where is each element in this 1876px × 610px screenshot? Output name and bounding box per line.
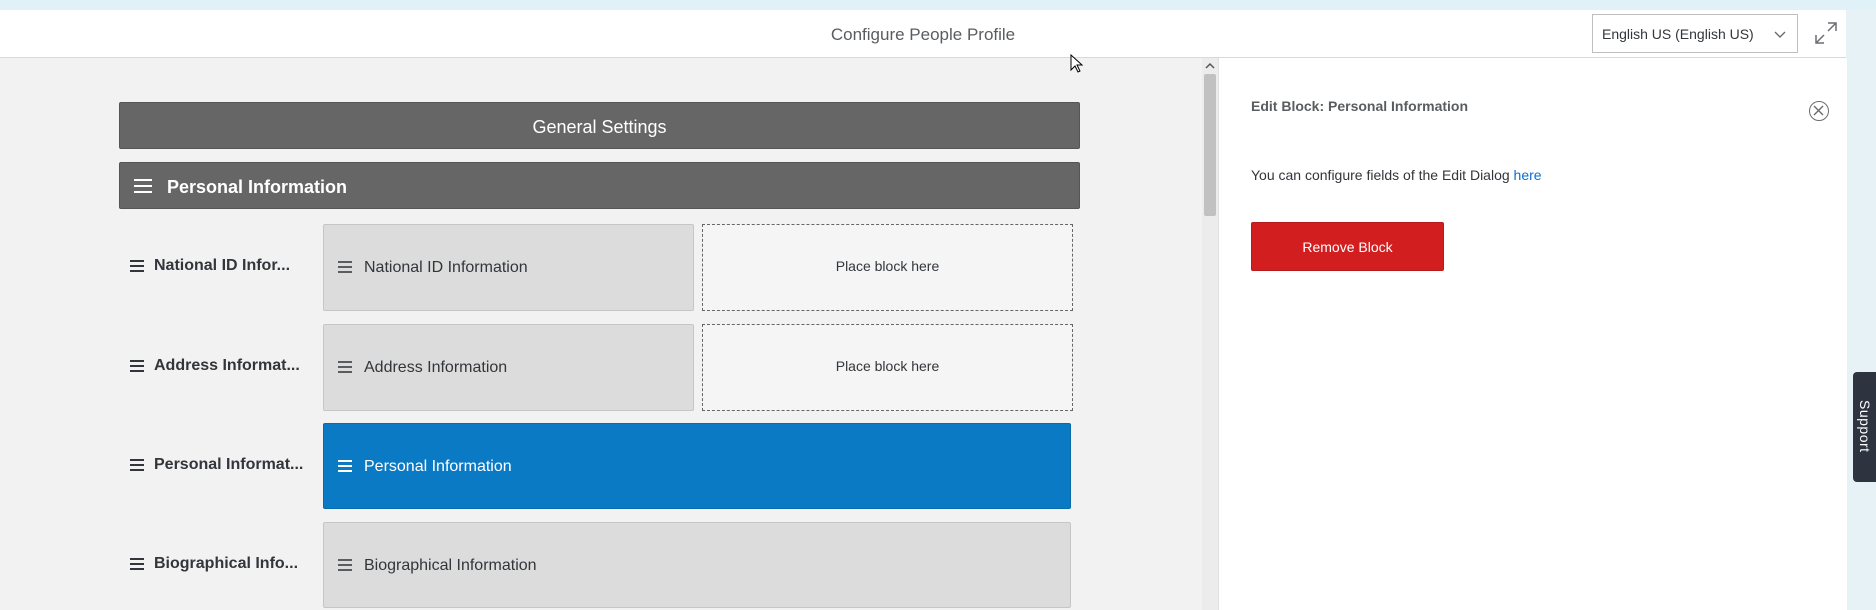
mouse-cursor-icon [1070,54,1084,73]
page-title: Configure People Profile [830,25,1016,44]
block-personal-information-selected[interactable]: Personal Information [323,423,1071,509]
support-tab[interactable]: Support [1853,372,1876,482]
drag-handle-icon[interactable] [134,179,152,193]
row-label-text: Address Informat... [154,357,300,374]
top-strip [0,0,1876,10]
drag-handle-icon[interactable] [338,261,352,275]
close-button[interactable] [1809,101,1829,121]
panel-title: Edit Block: Personal Information [1251,98,1469,114]
drop-zone[interactable]: Place block here [702,224,1073,311]
general-settings-label: General Settings [532,117,667,137]
general-settings-bar[interactable]: General Settings [119,102,1080,149]
drag-handle-icon[interactable] [130,558,144,572]
chevron-down-icon [1774,31,1786,38]
drag-handle-icon[interactable] [338,361,352,375]
row-label-biographical[interactable]: Biographical Info... [130,555,310,575]
block-biographical-information[interactable]: Biographical Information [323,522,1071,608]
edit-block-panel: Edit Block: Personal Information You can… [1218,58,1847,610]
support-label: Support [1857,400,1873,453]
drag-handle-icon[interactable] [338,460,352,474]
expand-icon[interactable] [1814,21,1838,45]
section-label: Personal Information [167,177,348,197]
drop-zone[interactable]: Place block here [702,324,1073,411]
block-label: Biographical Information [364,557,537,574]
vertical-scrollbar[interactable] [1202,58,1218,610]
drop-zone-label: Place block here [835,358,940,374]
close-icon [1813,105,1824,116]
drag-handle-icon[interactable] [130,260,144,274]
scrollbar-thumb[interactable] [1204,74,1216,216]
scroll-up-icon[interactable] [1202,58,1218,74]
section-header-personal-information[interactable]: Personal Information [119,162,1080,209]
block-address-information[interactable]: Address Information [323,324,694,411]
panel-description-text: You can configure fields of the Edit Dia… [1251,167,1510,183]
row-label-address[interactable]: Address Informat... [130,357,310,377]
block-label: National ID Information [364,259,528,276]
block-national-id-information[interactable]: National ID Information [323,224,694,311]
block-label: Address Information [364,359,508,376]
configure-fields-link[interactable]: here [1514,167,1542,183]
row-label-national-id[interactable]: National ID Infor... [130,257,310,277]
drag-handle-icon[interactable] [130,360,144,374]
row-label-text: National ID Infor... [154,257,291,274]
language-value: English US (English US) [1602,26,1754,42]
remove-block-button[interactable]: Remove Block [1251,222,1444,271]
row-label-personal[interactable]: Personal Informat... [130,456,310,476]
drop-zone-label: Place block here [835,258,940,274]
header-bar: Configure People Profile English US (Eng… [0,10,1846,58]
row-label-text: Personal Informat... [154,456,304,473]
layout-canvas: General Settings Personal Information Na… [0,58,1202,610]
panel-description: You can configure fields of the Edit Dia… [1251,167,1542,183]
language-select[interactable]: English US (English US) [1592,14,1798,53]
block-label: Personal Information [364,458,512,475]
drag-handle-icon[interactable] [130,459,144,473]
row-label-text: Biographical Info... [154,555,299,572]
drag-handle-icon[interactable] [338,559,352,573]
